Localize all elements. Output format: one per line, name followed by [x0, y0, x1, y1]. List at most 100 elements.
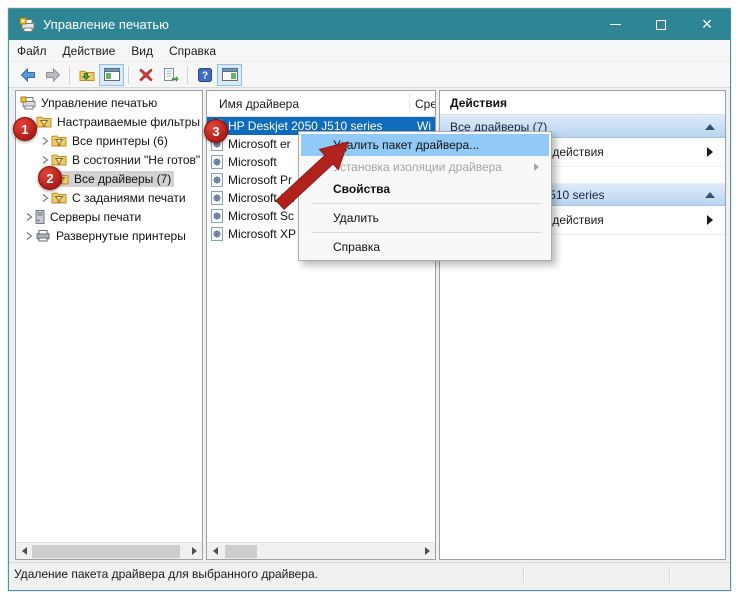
tree-item-deployed-printers[interactable]: Развернутые принтеры — [17, 226, 201, 245]
menubar: Файл Действие Вид Справка — [9, 40, 730, 62]
filter-folder-icon — [36, 115, 52, 128]
forward-button[interactable] — [40, 64, 65, 86]
tree-item-label: В состоянии "Не готов" — [72, 153, 200, 167]
toolbar-separator — [187, 66, 188, 84]
window-controls: × — [592, 9, 730, 40]
up-folder-icon — [79, 68, 95, 82]
help-button[interactable]: ? — [192, 64, 217, 86]
back-arrow-icon — [20, 68, 36, 82]
list-header: Имя драйвера Сре — [207, 91, 435, 117]
submenu-arrow-icon — [707, 147, 713, 157]
chevron-right-icon[interactable] — [23, 231, 35, 241]
statusbar: Удаление пакета драйвера для выбранного … — [9, 562, 730, 585]
tree-item-label: Все принтеры (6) — [72, 134, 168, 148]
delete-x-icon — [139, 68, 153, 82]
tree-horizontal-scrollbar[interactable] — [16, 542, 202, 559]
maximize-button[interactable] — [638, 9, 684, 40]
annotation-arrow — [252, 130, 352, 214]
window-title: Управление печатью — [43, 17, 169, 32]
tree-item-label: С заданиями печати — [72, 191, 186, 205]
menu-help[interactable]: Справка — [161, 40, 224, 61]
tree-item-with-jobs[interactable]: С заданиями печати — [17, 188, 201, 207]
forward-arrow-icon — [45, 68, 61, 82]
menu-item-label: Удалить пакет драйвера... — [333, 138, 479, 152]
chevron-right-icon[interactable] — [23, 212, 35, 222]
show-action-pane-button[interactable] — [217, 64, 242, 86]
selected-tree-item: Все драйверы (7) — [51, 171, 174, 187]
submenu-arrow-icon — [534, 163, 539, 171]
column-header-driver-name[interactable]: Имя драйвера — [219, 97, 299, 111]
driver-icon — [211, 191, 223, 205]
scrollbar-thumb[interactable] — [32, 545, 180, 558]
tree-item-label: Настраиваемые фильтры — [57, 115, 200, 129]
menu-separator — [311, 232, 541, 233]
tree-item-custom-filters[interactable]: Настраиваемые фильтры — [17, 112, 201, 131]
scroll-left-icon[interactable] — [16, 543, 32, 560]
filter-folder-icon — [51, 134, 67, 147]
menu-action[interactable]: Действие — [55, 40, 124, 61]
titlebar: Управление печатью × — [9, 9, 730, 40]
maximize-icon — [656, 20, 666, 30]
collapse-icon[interactable] — [705, 192, 715, 198]
close-icon: × — [702, 14, 713, 35]
chevron-right-icon[interactable] — [39, 155, 51, 165]
tree-item-all-printers[interactable]: Все принтеры (6) — [17, 131, 201, 150]
action-pane-window-icon — [222, 68, 238, 81]
tree-item-label: Развернутые принтеры — [56, 229, 186, 243]
back-button[interactable] — [15, 64, 40, 86]
list-horizontal-scrollbar[interactable] — [207, 542, 435, 559]
driver-icon — [211, 173, 223, 187]
status-text: Удаление пакета драйвера для выбранного … — [9, 567, 523, 581]
driver-icon — [211, 209, 223, 223]
up-one-level-button[interactable] — [74, 64, 99, 86]
step-badge-2: 2 — [38, 166, 62, 190]
tree: Управление печатью Настраиваемые фильтры — [17, 93, 201, 541]
scroll-right-icon[interactable] — [186, 543, 202, 560]
toolbar-separator — [69, 66, 70, 84]
tree-item-print-management[interactable]: Управление печатью — [17, 93, 201, 112]
export-list-button[interactable] — [158, 64, 183, 86]
toolbar: ? — [9, 62, 730, 88]
collapse-icon[interactable] — [705, 124, 715, 130]
chevron-right-icon[interactable] — [39, 136, 51, 146]
submenu-arrow-icon — [707, 215, 713, 225]
svg-text:?: ? — [201, 70, 207, 81]
tree-item-label: Управление печатью — [41, 96, 157, 110]
menu-view[interactable]: Вид — [123, 40, 161, 61]
minimize-icon — [610, 24, 621, 25]
driver-icon — [211, 227, 223, 241]
print-management-icon — [20, 96, 36, 110]
column-header-environment[interactable]: Сре — [415, 97, 436, 111]
close-button[interactable]: × — [684, 9, 730, 40]
filter-folder-icon — [51, 153, 67, 166]
menu-item-label: Установка изоляции драйвера — [333, 160, 502, 174]
tree-item-label: Серверы печати — [50, 210, 141, 224]
driver-name: Microsoft XP — [228, 227, 296, 241]
minimize-button[interactable] — [592, 9, 638, 40]
scrollbar-thumb[interactable] — [225, 545, 257, 558]
step-badge-3: 3 — [204, 119, 228, 143]
toolbar-separator — [128, 66, 129, 84]
help-icon: ? — [198, 68, 212, 82]
printer-icon — [35, 229, 51, 242]
console-window-icon — [104, 68, 120, 81]
driver-icon — [211, 155, 223, 169]
print-management-app-icon — [19, 17, 35, 33]
column-divider[interactable] — [409, 94, 410, 113]
show-console-tree-button[interactable] — [99, 64, 124, 86]
menu-item-help[interactable]: Справка — [301, 236, 549, 258]
menu-file[interactable]: Файл — [9, 40, 55, 61]
tree-item-label: Все драйверы (7) — [74, 172, 171, 186]
scroll-right-icon[interactable] — [419, 543, 435, 560]
actions-pane-title: Действия — [440, 91, 725, 115]
print-management-window: Управление печатью × Файл Действие Вид С… — [8, 8, 731, 591]
chevron-right-icon[interactable] — [39, 193, 51, 203]
scroll-left-icon[interactable] — [207, 543, 223, 560]
delete-button[interactable] — [133, 64, 158, 86]
server-icon — [35, 210, 45, 224]
menu-item-label: Справка — [333, 240, 380, 254]
filter-folder-icon — [51, 191, 67, 204]
tree-item-print-servers[interactable]: Серверы печати — [17, 207, 201, 226]
step-badge-1: 1 — [13, 117, 37, 141]
console-tree-pane: Управление печатью Настраиваемые фильтры — [15, 90, 203, 560]
